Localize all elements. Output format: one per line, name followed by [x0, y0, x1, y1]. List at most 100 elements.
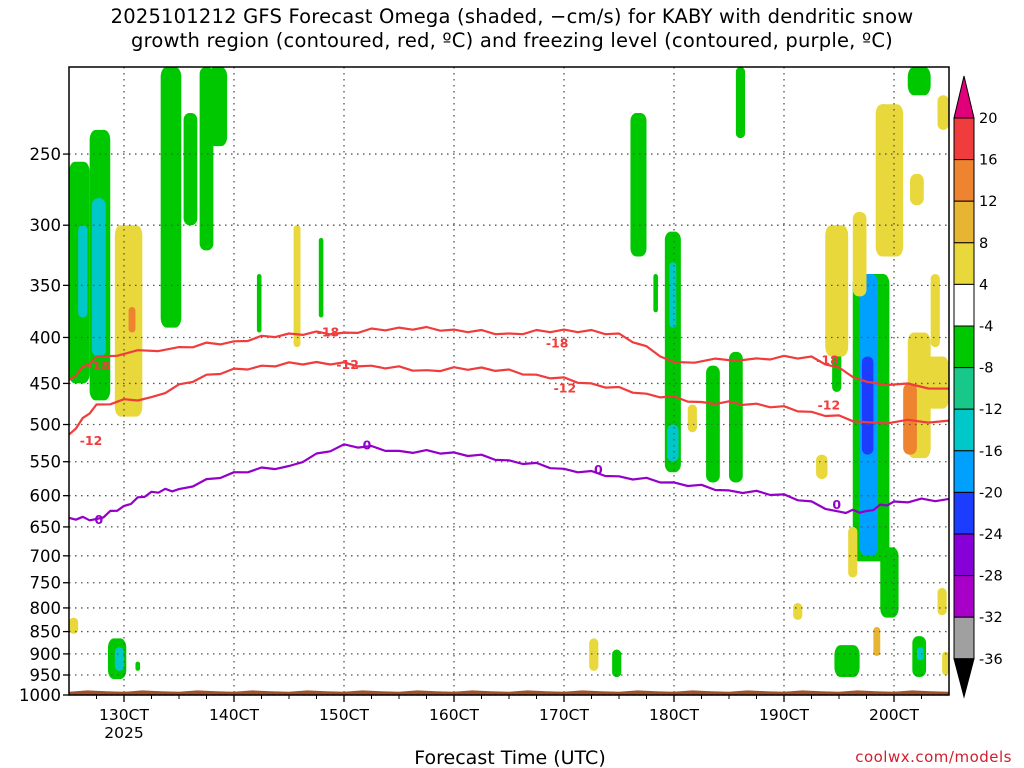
colorbar-label-2: 12: [979, 194, 997, 210]
colorbar-label-8: -16: [979, 444, 1003, 460]
colorbar-swatch-6: [953, 367, 975, 410]
x-tick-label-4: 170CT: [539, 706, 589, 724]
colorbar: 20 16 12 8 4 -4 -8 -12 -16 -20 -24 -28 -32 -36: [953, 75, 1003, 699]
y-tick-label-450: 450: [30, 374, 62, 393]
omega-cell-45: [816, 454, 828, 480]
x-tick-label-6: 190CT: [759, 706, 809, 724]
colorbar-top-arrow: [953, 75, 975, 119]
contour-label-11: 0: [832, 497, 841, 512]
colorbar-label-0: 20: [979, 111, 997, 127]
colorbar-swatch-7: [953, 408, 975, 452]
y-tick-label-900: 900: [30, 645, 62, 664]
colorbar-swatch-8: [953, 450, 975, 493]
colorbar-swatch-1: [953, 159, 975, 202]
y-tick-label-700: 700: [30, 547, 62, 566]
colorbar-swatch-2: [953, 200, 975, 244]
omega-cell-36: [875, 104, 904, 257]
contour-label-10: 0: [594, 462, 603, 477]
colorbar-label-10: -24: [979, 527, 1003, 543]
colorbar-label-1: 16: [979, 153, 997, 169]
colorbar-label-9: -20: [979, 485, 1003, 501]
contour-label-2: -18: [546, 335, 569, 350]
contour-label-6: -12: [554, 381, 577, 396]
omega-cell-24: [135, 661, 141, 671]
x-axis-label: Forecast Time (UTC): [414, 747, 605, 768]
colorbar-swatch-0: [953, 117, 975, 161]
omega-cell-2: [208, 67, 228, 147]
omega-cell-49: [589, 638, 599, 671]
colorbar-label-5: -4: [979, 319, 993, 335]
x-tick-label-0: 130CT: [99, 706, 149, 724]
y-tick-label-550: 550: [30, 453, 62, 472]
x-tick-label-3: 160CT: [429, 706, 479, 724]
y-tick-label-300: 300: [30, 216, 62, 235]
colorbar-label-13: -36: [979, 652, 1003, 668]
omega-cell-44: [937, 95, 949, 130]
colorbar-bottom-arrow: [953, 658, 975, 699]
contour-label-5: -12: [336, 357, 359, 372]
omega-cell-21: [907, 67, 931, 96]
omega-cell-18: [861, 356, 874, 455]
omega-cell-43: [910, 173, 924, 206]
y-tick-label-400: 400: [30, 328, 62, 347]
contour-label-8: 0: [94, 512, 103, 527]
omega-cell-51: [293, 225, 301, 348]
colorbar-swatch-12: [953, 616, 975, 660]
colorbar-swatch-11: [953, 575, 975, 618]
omega-cell-25: [834, 645, 860, 678]
omega-cell-7: [78, 225, 88, 318]
contour-label-4: -12: [80, 433, 103, 448]
omega-cell-15: [653, 274, 658, 313]
omega-cell-38: [903, 383, 917, 455]
y-tick-label-850: 850: [30, 623, 62, 642]
y-tick-label-750: 750: [30, 574, 62, 593]
contour-label-3: -18: [816, 352, 839, 367]
y-tick-label-500: 500: [30, 416, 62, 435]
omega-cell-14: [735, 67, 746, 139]
x-tick-label-7: 200CT: [869, 706, 919, 724]
x-tick-label-2: 150CT: [319, 706, 369, 724]
x-tick-label-5: 180CT: [649, 706, 699, 724]
colorbar-swatch-4: [953, 283, 975, 327]
y-tick-label-600: 600: [30, 487, 62, 506]
omega-cell-0: [160, 67, 182, 328]
omega-cell-12: [669, 262, 677, 328]
omega-cell-42: [930, 274, 940, 348]
chart-root: 2025101212 GFS Forecast Omega (shaded, −…: [0, 0, 1024, 768]
colorbar-swatch-10: [953, 533, 975, 577]
contour-label-1: -18: [317, 325, 340, 340]
y-tick-label-950: 950: [30, 666, 62, 685]
omega-cell-9: [318, 238, 324, 318]
y-tick-label-1000: 1000: [19, 686, 61, 705]
omega-cell-28: [612, 649, 622, 678]
contour-label-7: -12: [818, 398, 841, 413]
omega-cell-50: [687, 404, 697, 433]
x-tick-label-1: 140CT: [209, 706, 259, 724]
x-axis: 130CT 140CT 150CT 160CT 170CT 180CT 190CT 200CT…: [96, 695, 922, 742]
omega-cell-41: [852, 211, 867, 297]
y-axis: 250 300 350 400 450 500 550 600 650 700 750 800 850 9…: [19, 145, 69, 705]
contour-label-0: -18: [87, 358, 110, 373]
y-tick-label-800: 800: [30, 599, 62, 618]
omega-cell-32: [880, 547, 899, 618]
colorbar-label-12: -32: [979, 610, 1003, 626]
x-year-label: 2025: [104, 724, 143, 742]
omega-cell-10: [630, 112, 647, 257]
watermark-link[interactable]: coolwx.com/models: [855, 748, 1012, 766]
omega-cell-40: [825, 225, 849, 357]
colorbar-swatch-3: [953, 242, 975, 285]
omega-cell-23: [114, 647, 124, 671]
omega-cell-3: [183, 112, 198, 226]
y-tick-label-650: 650: [30, 518, 62, 537]
omega-cell-39: [921, 356, 949, 409]
omega-cell-6: [91, 198, 106, 357]
omega-cell-48: [793, 603, 803, 620]
omega-cell-54: [942, 651, 949, 675]
omega-cell-8: [256, 274, 262, 333]
omega-cell-46: [848, 526, 858, 578]
colorbar-label-3: 8: [979, 236, 988, 252]
colorbar-swatch-9: [953, 491, 975, 535]
omega-cell-31: [729, 351, 743, 483]
omega-cross-section-chart: -18 -18 -18 -18 -12 -12 -12 -12 0 0 0 0 250 300 350 40…: [19, 66, 1012, 768]
omega-cell-53: [937, 587, 947, 616]
